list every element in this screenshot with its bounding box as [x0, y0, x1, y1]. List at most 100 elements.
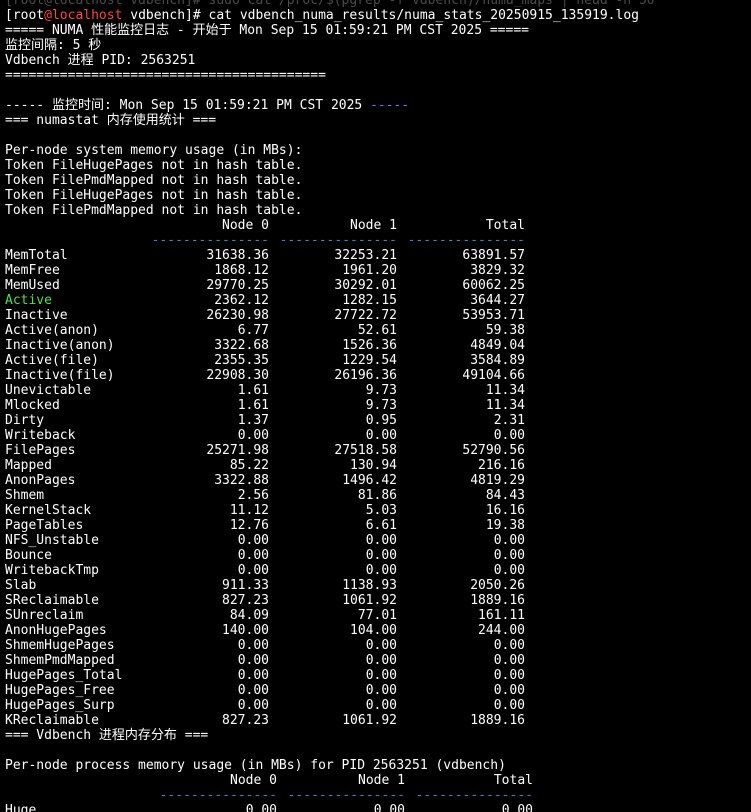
table2-separator: --------------- — [415, 788, 533, 803]
table1-row-value: 0.00 — [365, 698, 397, 713]
numastat-title: === numastat 内存使用统计 === — [5, 113, 217, 128]
table1-row: Mlocked 1.61 9.73 11.34 — [5, 398, 655, 413]
table1-row-value: 9.73 — [365, 383, 397, 398]
table2-separator: --------------- — [287, 788, 405, 803]
table1-row-value: 1061.92 — [342, 593, 397, 608]
table1-row-value: 1282.15 — [342, 293, 397, 308]
table1-row-value: 0.00 — [493, 428, 525, 443]
table1-row-label: Shmem — [5, 488, 45, 503]
monitor-time-text: 监控时间: Mon Sep 15 01:59:21 PM CST 2025 — [51, 98, 363, 113]
table1-row-value: 0.00 — [237, 563, 269, 578]
table1-row-value: 27518.58 — [334, 443, 397, 458]
table1-row: Dirty 1.37 0.95 2.31 — [5, 413, 655, 428]
log-header-line — [5, 83, 655, 98]
table1-row-value: 130.94 — [350, 458, 397, 473]
table1-row-value: 85.22 — [229, 458, 269, 473]
table1-row-label: Writeback — [5, 428, 76, 443]
table1-row: Bounce 0.00 0.00 0.00 — [5, 548, 655, 563]
table1-row: HugePages_Surp 0.00 0.00 0.00 — [5, 698, 655, 713]
table1-row-value: 0.00 — [237, 683, 269, 698]
table2-column-header: Total — [493, 773, 533, 788]
table1-row: Active 2362.12 1282.15 3644.27 — [5, 293, 655, 308]
table1-row: ShmemHugePages 0.00 0.00 0.00 — [5, 638, 655, 653]
table2-column-header: Node 1 — [358, 773, 405, 788]
table1-separator-row: --------------- --------------- ----------… — [5, 233, 655, 248]
table1-row-value: 0.00 — [365, 548, 397, 563]
table1-row-label: Inactive(file) — [5, 368, 115, 383]
clipped-line-text: [root@localhost vdbench]# sudo cat /proc… — [5, 0, 655, 8]
table1-row-value: 12.76 — [229, 518, 269, 533]
token-warning-line: Token FilePmdMapped not in hash table. — [5, 203, 655, 218]
table1-row-value: 30292.01 — [334, 278, 397, 293]
table1-row: HugePages_Total 0.00 0.00 0.00 — [5, 668, 655, 683]
table1-row: SUnreclaim 84.09 77.01 161.11 — [5, 608, 655, 623]
log-header-text: Vdbench 进程 PID: 2563251 — [5, 53, 196, 68]
table1-row-label: MemFree — [5, 263, 60, 278]
table1-row: Inactive(file) 22908.30 26196.36 49104.66 — [5, 368, 655, 383]
table1-row-label: Bounce — [5, 548, 52, 563]
process-title: Per-node process memory usage (in MBs) f… — [5, 758, 506, 773]
table1-row-label: SReclaimable — [5, 593, 99, 608]
table1-row-value: 161.11 — [478, 608, 525, 623]
table1-row-value: 1229.54 — [342, 353, 397, 368]
table1-row-value: 2.56 — [237, 488, 269, 503]
table1-row-label: Active(file) — [5, 353, 99, 368]
table1-row-value: 0.00 — [493, 533, 525, 548]
table1-row-value: 29770.25 — [206, 278, 269, 293]
table1-row: FilePages 25271.98 27518.58 52790.56 — [5, 443, 655, 458]
table1-row: Shmem 2.56 81.86 84.43 — [5, 488, 655, 503]
table1-row-value: 0.00 — [493, 653, 525, 668]
table1-row-value: 6.77 — [237, 323, 269, 338]
table1-row-value: 1496.42 — [342, 473, 397, 488]
table1-row: Inactive(anon) 3322.68 1526.36 4849.04 — [5, 338, 655, 353]
table1-row-value: 0.95 — [365, 413, 397, 428]
table2-row-value: 0.00 — [373, 803, 405, 812]
table1-row: MemUsed 29770.25 30292.01 60062.25 — [5, 278, 655, 293]
table1-row-value: 4849.04 — [470, 338, 525, 353]
table1-row: SReclaimable 827.23 1061.92 1889.16 — [5, 593, 655, 608]
table1-row-value: 2355.35 — [214, 353, 269, 368]
table1-column-header: Node 0 — [222, 218, 269, 233]
table1-row-value: 1061.92 — [342, 713, 397, 728]
table1-row-value: 11.34 — [485, 383, 525, 398]
token-warning-text: Token FilePmdMapped not in hash table. — [5, 173, 303, 188]
table1-row-value: 827.23 — [222, 713, 269, 728]
table1-row-value: 0.00 — [237, 428, 269, 443]
table1-row-value: 0.00 — [493, 698, 525, 713]
table1-row-value: 104.00 — [350, 623, 397, 638]
table1-row: Writeback 0.00 0.00 0.00 — [5, 428, 655, 443]
table1-separator: --------------- — [279, 233, 397, 248]
table1-row-label: Inactive(anon) — [5, 338, 115, 353]
table1-row-value: 60062.25 — [462, 278, 525, 293]
table1-row-value: 0.00 — [237, 698, 269, 713]
table1-row-label: Active(anon) — [5, 323, 99, 338]
table1-row-value: 3644.27 — [470, 293, 525, 308]
table1-row-value: 0.00 — [365, 668, 397, 683]
table1-row-value: 84.43 — [485, 488, 525, 503]
monitor-time-suffix: ----- — [362, 98, 410, 113]
table1-row-value: 63891.57 — [462, 248, 525, 263]
table1-row-label: Active — [5, 293, 52, 308]
table1-row: AnonHugePages 140.00 104.00 244.00 — [5, 623, 655, 638]
table1-row-value: 25271.98 — [206, 443, 269, 458]
table1-row-label: Unevictable — [5, 383, 92, 398]
terminal-window[interactable]: [root@localhost vdbench]# sudo cat /proc… — [0, 0, 751, 812]
prompt-at: @ — [44, 8, 52, 23]
table1-row-value: 27722.72 — [334, 308, 397, 323]
table1-row-value: 49104.66 — [462, 368, 525, 383]
prompt-command: cat vdbench_numa_results/numa_stats_2025… — [208, 8, 639, 23]
table1-row: AnonPages 3322.88 1496.42 4819.29 — [5, 473, 655, 488]
table1-row-value: 32253.21 — [334, 248, 397, 263]
table1-row-value: 0.00 — [365, 653, 397, 668]
table1-row-label: WritebackTmp — [5, 563, 99, 578]
table1-separator: --------------- — [151, 233, 269, 248]
table1-row-label: NFS_Unstable — [5, 533, 99, 548]
table1-row-value: 6.61 — [365, 518, 397, 533]
table1-row-value: 244.00 — [478, 623, 525, 638]
table1-column-header: Total — [485, 218, 525, 233]
table1-row-label: ShmemHugePages — [5, 638, 115, 653]
table1-row: NFS_Unstable 0.00 0.00 0.00 — [5, 533, 655, 548]
table1-row: MemTotal 31638.36 32253.21 63891.57 — [5, 248, 655, 263]
token-warning-text: Token FileHugePages not in hash table. — [5, 158, 303, 173]
